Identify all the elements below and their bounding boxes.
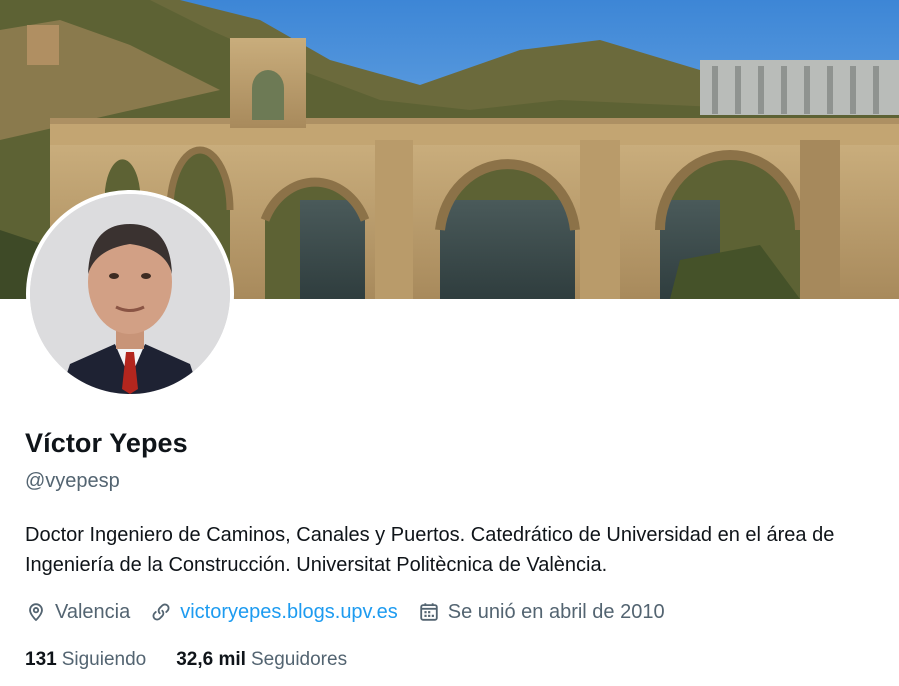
location-item: Valencia (25, 601, 130, 624)
profile-meta-row: Valencia victoryepes.blogs.upv.es Se uni… (25, 598, 685, 626)
avatar-frame[interactable] (26, 190, 234, 398)
profile-stats: 131 Siguiendo 32,6 mil Seguidores (25, 647, 377, 673)
link-icon (152, 603, 170, 621)
avatar[interactable] (30, 194, 230, 394)
joined-text: Se unió en abril de 2010 (447, 600, 665, 623)
profile-bio: Doctor Ingeniero de Caminos, Canales y P… (25, 524, 835, 576)
followers-label: Seguidores (250, 649, 348, 670)
location-pin-icon (29, 603, 43, 622)
location-text: Valencia (55, 600, 131, 623)
following-count: 131 (25, 649, 57, 670)
profile-display-name: Víctor Yepes (25, 428, 188, 458)
joined-item: Se unió en abril de 2010 (418, 601, 665, 624)
following-link[interactable]: 131 Siguiendo (25, 649, 146, 671)
following-label: Siguiendo (61, 649, 147, 670)
followers-link[interactable]: 32,6 mil Seguidores (176, 649, 347, 671)
website-link[interactable]: victoryepes.blogs.upv.es (180, 601, 398, 624)
profile-handle: @vyepesp (25, 470, 120, 492)
followers-count: 32,6 mil (176, 649, 246, 670)
calendar-icon (420, 603, 438, 621)
website-item[interactable]: victoryepes.blogs.upv.es (150, 601, 398, 624)
